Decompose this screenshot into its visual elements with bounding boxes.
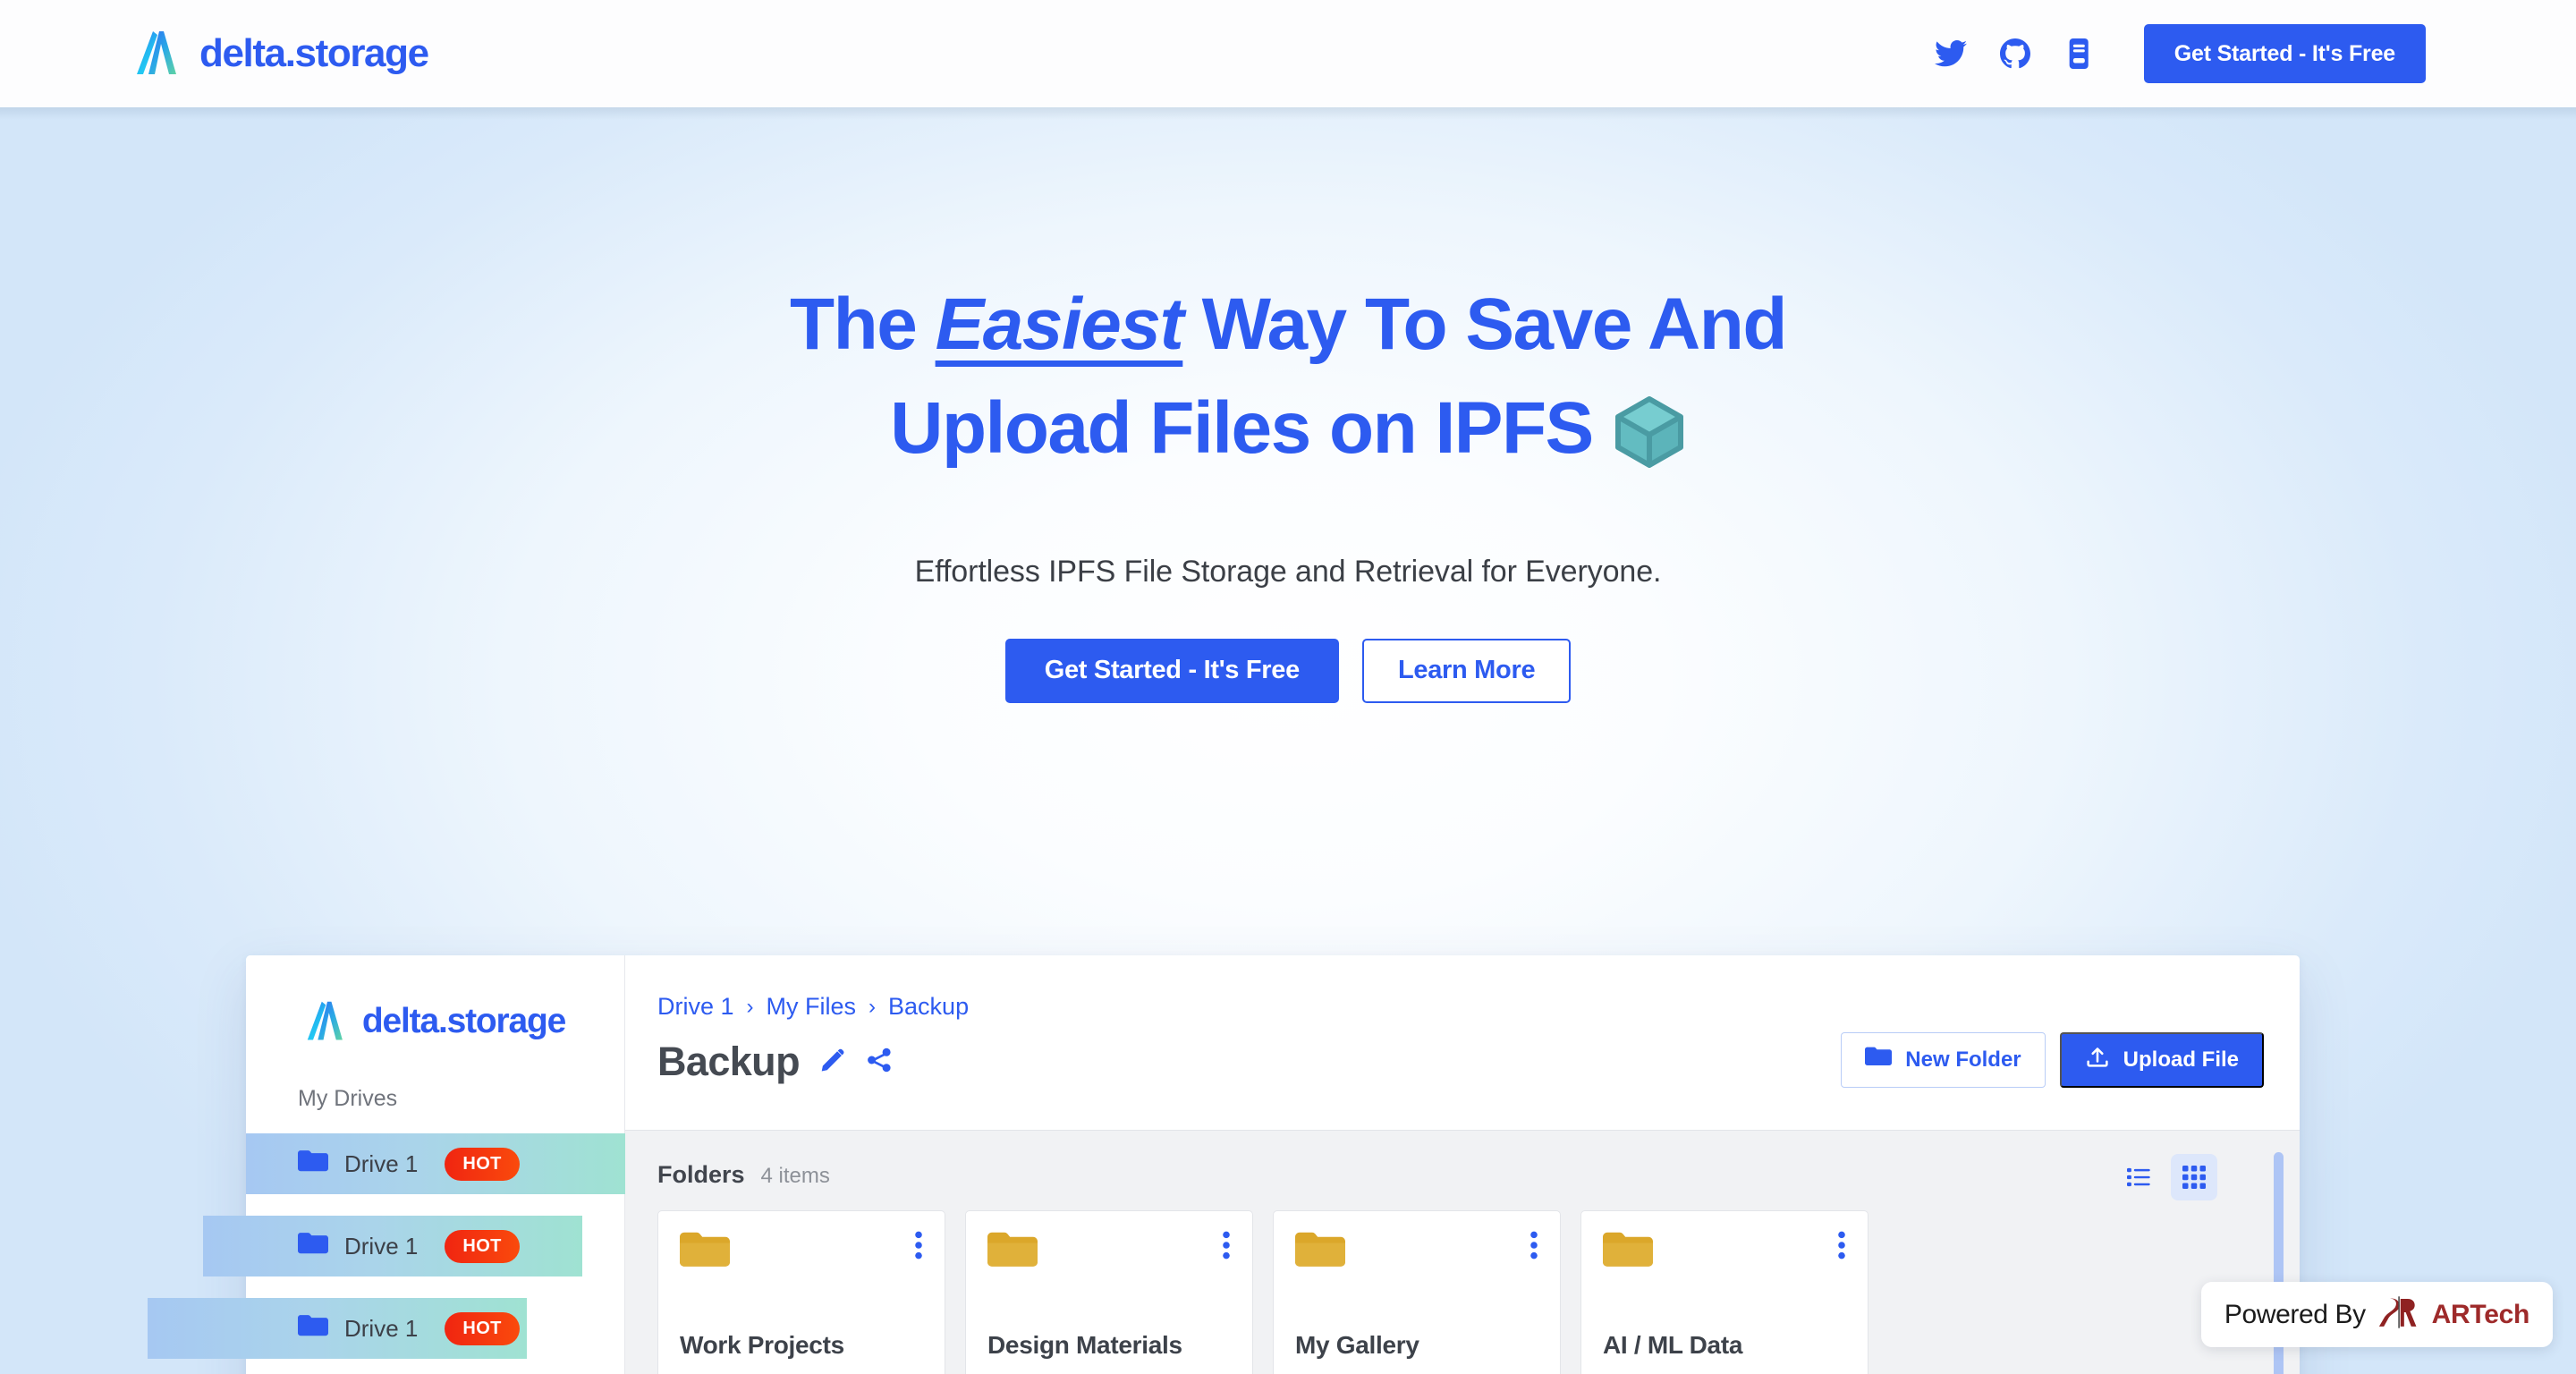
folder-card[interactable]: Work Projects 125 MB 23 Items (657, 1210, 945, 1374)
folder-card[interactable]: Design Materials 623 MB 84 Items (965, 1210, 1253, 1374)
sidebar-drive-list: Drive 1 HOT Drive 1 HOT Drive 1 HOT (148, 1133, 625, 1359)
drive-name: Drive 1 (344, 1149, 419, 1177)
hero-section: The Easiest Way To Save And Upload Files… (0, 107, 2576, 703)
app-content-area: Folders 4 items Work Projects Design Mat… (625, 1130, 2300, 1374)
powered-by-badge: Powered By ARTech (2200, 1282, 2553, 1347)
powered-by-label: Powered By (2224, 1299, 2366, 1329)
folder-icon (987, 1231, 1038, 1276)
hero-heading-part1: The (790, 284, 936, 365)
upload-file-label: Upload File (2123, 1047, 2239, 1072)
hero-heading: The Easiest Way To Save And Upload Files… (0, 273, 2576, 499)
navbar-logo-text: delta.storage (199, 31, 429, 75)
powered-by-brand: ARTech (2431, 1299, 2530, 1329)
hero-heading-part2: Way To Save And (1182, 284, 1788, 365)
folder-icon (1865, 1047, 1893, 1074)
folder-icon (1295, 1231, 1345, 1276)
status-badge: HOT (445, 1229, 520, 1263)
folder-card[interactable]: AI / ML Data 5.63 GB 1022 Items (1580, 1210, 1868, 1374)
folder-name: My Gallery (1295, 1331, 1419, 1359)
app-main-header: Drive 1 › My Files › Backup Backup New F… (625, 955, 2300, 1130)
folder-icon (298, 1314, 328, 1344)
folder-name: Work Projects (680, 1331, 844, 1359)
folder-icon (1603, 1231, 1653, 1276)
folder-card[interactable]: My Gallery 3.25 GB 425 Items (1273, 1210, 1561, 1374)
upload-file-button[interactable]: Upload File (2059, 1032, 2264, 1088)
twitter-icon[interactable] (1919, 29, 1983, 79)
sidebar-section-label: My Drives (298, 1086, 398, 1111)
navbar-actions: Get Started - It's Free (1919, 24, 2426, 83)
new-folder-button[interactable]: New Folder (1841, 1032, 2046, 1088)
artech-logo-icon (2378, 1296, 2419, 1333)
hero-heading-emphasis: Easiest (935, 284, 1184, 365)
hero-learn-more-button[interactable]: Learn More (1361, 638, 1572, 703)
delta-storage-logo-icon (134, 30, 184, 78)
folders-section-title: Folders (657, 1161, 745, 1188)
status-badge: HOT (445, 1311, 520, 1345)
folder-grid: Work Projects 125 MB 23 Items (657, 1210, 2264, 1374)
more-options-icon[interactable] (914, 1231, 923, 1264)
more-options-icon[interactable] (1837, 1231, 1846, 1264)
edit-pencil-icon[interactable] (819, 1047, 846, 1078)
folder-icon (680, 1231, 730, 1276)
breadcrumb-item-my-files[interactable]: My Files (767, 993, 857, 1021)
delta-storage-logo-icon (305, 1000, 350, 1043)
upload-icon (2085, 1046, 2110, 1075)
hero-subtitle: Effortless IPFS File Storage and Retriev… (914, 554, 1662, 589)
chevron-right-icon: › (869, 994, 877, 1019)
navbar-get-started-button[interactable]: Get Started - It's Free (2143, 24, 2426, 83)
sidebar-item-drive-1[interactable]: Drive 1 HOT (148, 1298, 527, 1359)
folder-icon (298, 1149, 328, 1179)
list-view-icon[interactable] (2115, 1154, 2162, 1200)
view-toggle (2115, 1154, 2217, 1200)
top-navbar: delta.storage Get Started - It's Free (0, 0, 2576, 107)
chevron-right-icon: › (746, 994, 754, 1019)
docs-icon[interactable] (2047, 29, 2112, 79)
breadcrumb-item-drive-1[interactable]: Drive 1 (657, 993, 734, 1021)
folders-section-count: 4 items (760, 1164, 830, 1188)
folder-name: AI / ML Data (1603, 1331, 1743, 1359)
page-title: Backup (657, 1039, 801, 1084)
more-options-icon[interactable] (1530, 1231, 1538, 1264)
app-preview-window: delta.storage My Drives Drive 1 HOT Driv… (148, 955, 2300, 1374)
share-icon[interactable] (866, 1047, 893, 1078)
sidebar-item-drive-1[interactable]: Drive 1 HOT (246, 1133, 625, 1194)
folder-icon (298, 1232, 328, 1261)
status-badge: HOT (445, 1147, 520, 1181)
new-folder-label: New Folder (1905, 1047, 2021, 1072)
app-header-actions: New Folder Upload File (1841, 1032, 2264, 1088)
github-icon[interactable] (1983, 29, 2047, 79)
breadcrumb: Drive 1 › My Files › Backup (657, 993, 2300, 1021)
hero-get-started-button[interactable]: Get Started - It's Free (1004, 638, 1339, 703)
grid-view-icon[interactable] (2171, 1154, 2217, 1200)
hero-actions: Get Started - It's Free Learn More (0, 638, 2576, 703)
navbar-logo[interactable]: delta.storage (134, 30, 429, 78)
sidebar-item-drive-1[interactable]: Drive 1 HOT (203, 1216, 582, 1276)
breadcrumb-item-backup[interactable]: Backup (888, 993, 969, 1021)
folder-name: Design Materials (987, 1331, 1182, 1359)
drive-name: Drive 1 (344, 1314, 419, 1342)
hero-heading-line2: Upload Files on IPFS (890, 387, 1594, 470)
drive-name: Drive 1 (344, 1232, 419, 1260)
ipfs-cube-icon (1613, 394, 1686, 498)
folders-section-header: Folders 4 items (657, 1161, 2264, 1189)
sidebar-logo[interactable]: delta.storage (246, 955, 624, 1043)
app-main: Drive 1 › My Files › Backup Backup New F… (625, 955, 2300, 1374)
more-options-icon[interactable] (1222, 1231, 1231, 1264)
sidebar-logo-text: delta.storage (361, 1002, 566, 1040)
app-sidebar: delta.storage My Drives Drive 1 HOT Driv… (148, 955, 625, 1374)
